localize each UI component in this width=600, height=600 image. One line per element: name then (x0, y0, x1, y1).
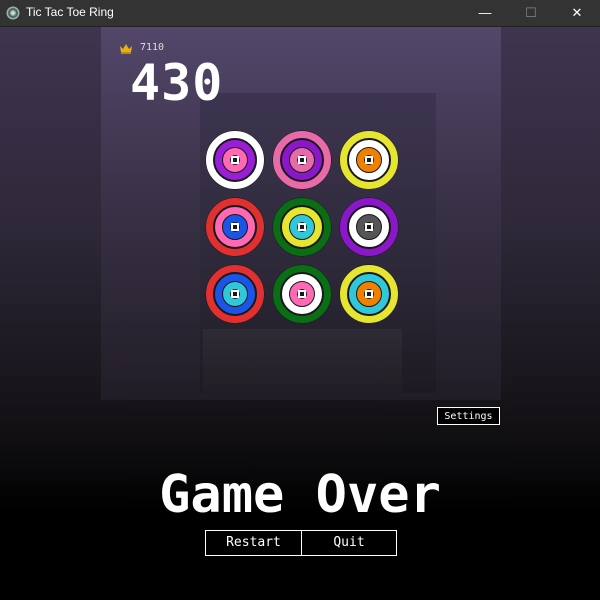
board-cell-8[interactable] (272, 264, 332, 324)
close-icon: ✕ (571, 5, 583, 20)
current-score: 430 (130, 54, 224, 112)
settings-button[interactable]: Settings (437, 407, 500, 425)
ring-stack (339, 264, 399, 324)
ring-stack (339, 197, 399, 257)
ring-stack (205, 197, 265, 257)
maximize-icon: ☐ (525, 5, 537, 20)
restart-button[interactable]: Restart (205, 530, 302, 556)
maximize-button[interactable]: ☐ (508, 0, 554, 26)
board-cell-5[interactable] (272, 197, 332, 257)
ring-stack (339, 130, 399, 190)
minimize-icon: — (478, 5, 492, 20)
ring-stack (272, 197, 332, 257)
window-title: Tic Tac Toe Ring (26, 5, 114, 19)
board-cell-2[interactable] (272, 130, 332, 190)
game-board (205, 130, 401, 326)
close-button[interactable]: ✕ (554, 0, 600, 26)
app-icon (6, 6, 20, 20)
ring-stack (205, 264, 265, 324)
quit-button[interactable]: Quit (301, 530, 397, 556)
room-floor (203, 329, 402, 395)
board-cell-7[interactable] (205, 264, 265, 324)
board-cell-6[interactable] (339, 197, 399, 257)
board-cell-1[interactable] (205, 130, 265, 190)
ring-stack (272, 130, 332, 190)
board-cell-4[interactable] (205, 197, 265, 257)
board-cell-3[interactable] (339, 130, 399, 190)
ring-stack (272, 264, 332, 324)
ring-stack (205, 130, 265, 190)
game-over-text: Game Over (159, 465, 441, 525)
minimize-button[interactable]: — (462, 0, 508, 26)
board-cell-9[interactable] (339, 264, 399, 324)
title-bar: Tic Tac Toe Ring — ☐ ✕ (0, 0, 600, 27)
game-area: 7110 430 Settings Game Over Restart Quit (0, 27, 600, 600)
high-score-value: 7110 (140, 42, 165, 53)
end-buttons: Restart Quit (205, 530, 397, 556)
